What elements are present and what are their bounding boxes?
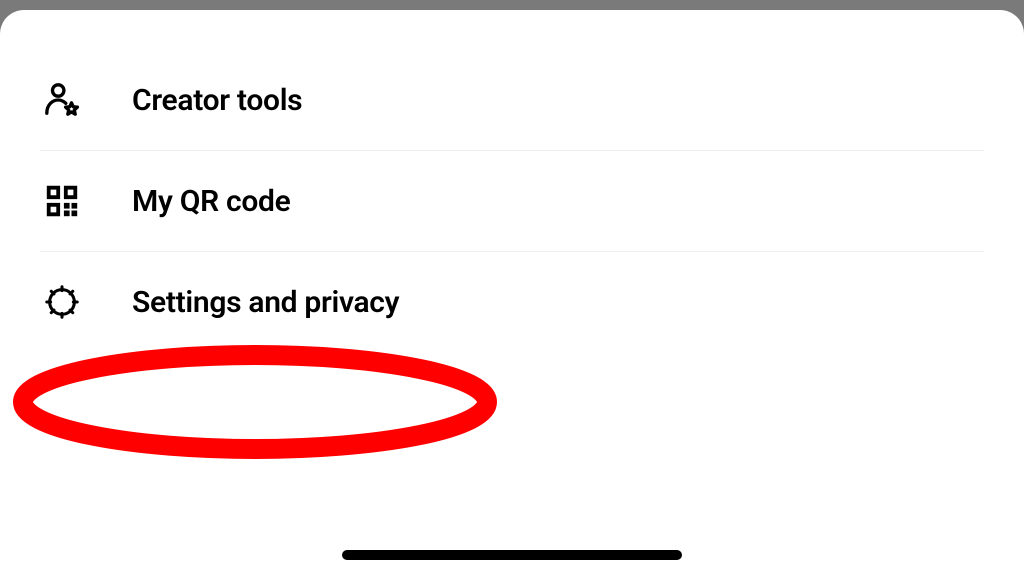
gear-icon <box>40 280 84 324</box>
menu-item-creator-tools[interactable]: Creator tools <box>0 50 1024 150</box>
menu-item-label: Creator tools <box>132 83 302 118</box>
home-indicator <box>342 550 682 560</box>
menu-item-label: Settings and privacy <box>132 285 399 320</box>
menu-list: Creator tools My QR code <box>0 10 1024 352</box>
bottom-sheet: Creator tools My QR code <box>0 10 1024 576</box>
menu-item-qr-code[interactable]: My QR code <box>0 151 1024 251</box>
menu-item-label: My QR code <box>132 184 290 219</box>
qr-code-icon <box>40 179 84 223</box>
menu-item-settings-privacy[interactable]: Settings and privacy <box>0 252 1024 352</box>
creator-tools-icon <box>40 78 84 122</box>
annotation-highlight-ellipse <box>10 343 500 461</box>
